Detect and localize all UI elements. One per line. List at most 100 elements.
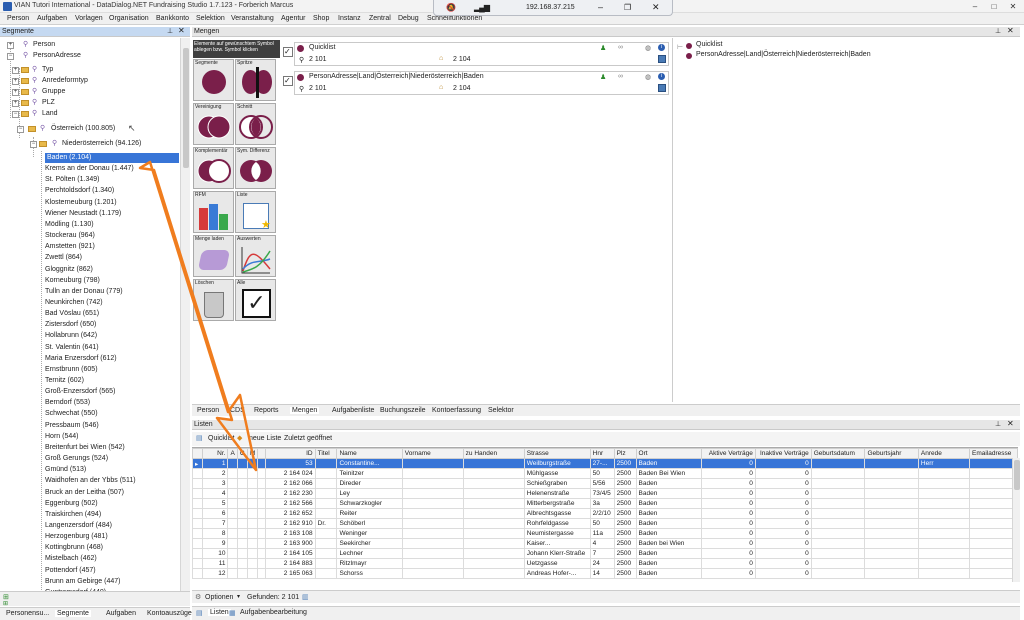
menu-vorlagen[interactable]: Vorlagen	[75, 15, 103, 22]
column-header-flag[interactable]	[257, 448, 267, 459]
tree-item-place[interactable]: Krems an der Donau (1.447)	[45, 164, 134, 174]
tool-schnitt[interactable]: Schnitt	[235, 103, 276, 145]
tree-item-place[interactable]: Horn (544)	[45, 432, 78, 442]
close-panel-icon[interactable]: ✕	[1007, 26, 1014, 36]
column-header-plz[interactable]: Plz	[613, 448, 637, 459]
module-tab-buchungszeile[interactable]: Buchungszeile	[380, 407, 426, 414]
tree-item-place[interactable]: Korneuburg (798)	[45, 276, 100, 286]
tree-item-place[interactable]: Klosterneuburg (1.201)	[45, 198, 117, 208]
users-icon[interactable]: ♟	[600, 73, 606, 81]
tree-item-place[interactable]: Mödling (1.130)	[45, 220, 94, 230]
quicklist-button[interactable]: Quicklist	[208, 435, 234, 442]
table-row[interactable]: ▸ 1 53 Constantine... Weilburgstraße 27-... 25…	[192, 458, 1018, 469]
column-header-geburtsjahr[interactable]: Geburtsjahr	[864, 448, 919, 459]
tree-item-place[interactable]: Wiener Neustadt (1.179)	[45, 209, 121, 219]
tab-aufgabenbearbeitung[interactable]: Aufgabenbearbeitung	[240, 609, 307, 616]
save-icon[interactable]	[658, 84, 666, 92]
info-icon[interactable]: i	[658, 73, 665, 80]
column-header-emailadresse[interactable]: Emailadresse	[969, 448, 1018, 459]
new-list-button[interactable]: neue Liste	[249, 435, 281, 442]
scrollbar-thumb[interactable]	[1014, 460, 1020, 490]
tree-item-plz[interactable]: PLZ	[42, 98, 55, 108]
collapse-land[interactable]: −	[12, 111, 19, 118]
column-header-inaktive-vertraege[interactable]: Inaktive Verträge	[754, 448, 812, 459]
column-header-id[interactable]: ID	[265, 448, 316, 459]
tool-menge-laden[interactable]: Menge laden	[193, 235, 234, 277]
set-checkbox-1[interactable]: ✓	[283, 47, 293, 57]
menu-instanz[interactable]: Instanz	[338, 15, 361, 22]
tree-item-place[interactable]: Groß-Enzersdorf (565)	[45, 387, 115, 397]
tree-item-place[interactable]: Schwechat (550)	[45, 409, 98, 419]
column-header-m[interactable]: M	[246, 448, 259, 459]
grid-scrollbar[interactable]	[1012, 458, 1020, 582]
tree-item-place[interactable]: Langenzersdorf (484)	[45, 521, 112, 531]
expand-plz[interactable]: +	[12, 100, 19, 107]
collapse-oesterreich[interactable]: −	[17, 126, 24, 133]
table-row[interactable]: 9 2 163 900 Seekircher Kaiser... 4 2500 Baden …	[192, 538, 1018, 549]
tool-sym-differenz[interactable]: Sym. Differenz	[235, 147, 276, 189]
scrollbar-thumb[interactable]	[183, 48, 189, 168]
tree-scrollbar[interactable]	[180, 38, 190, 593]
menu-organisation[interactable]: Organisation	[109, 15, 149, 22]
tab-aufgaben[interactable]: Aufgaben	[106, 610, 136, 617]
tab-kontoauszuege[interactable]: Kontoauszüge	[147, 610, 192, 617]
module-tab-cds[interactable]: CDS	[230, 407, 245, 414]
export-icon[interactable]: ▥	[302, 593, 309, 601]
menu-agentur[interactable]: Agentur	[281, 15, 306, 22]
close-panel-icon[interactable]: ✕	[1007, 419, 1014, 429]
table-row[interactable]: 4 2 162 230 Ley Helenenstraße 73/4/5 2500 Bade…	[192, 488, 1018, 499]
menu-debug[interactable]: Debug	[398, 15, 419, 22]
tree-item-place[interactable]: Maria Enzersdorf (612)	[45, 354, 117, 364]
table-row[interactable]: 8 2 163 108 Weninger Neumistergasse 11a 2500 B…	[192, 528, 1018, 539]
tree-item-place[interactable]: Traiskirchen (494)	[45, 510, 101, 520]
collapse-personadresse[interactable]: −	[7, 53, 14, 60]
save-icon[interactable]	[658, 55, 666, 63]
tree-item-place[interactable]: Brunn am Gebirge (447)	[45, 577, 120, 587]
column-header-geburtsdatum[interactable]: Geburtsdatum	[810, 448, 866, 459]
column-header-titel[interactable]: Titel	[314, 448, 338, 459]
bell-muted-icon[interactable]: 🔕	[446, 3, 456, 12]
users-icon[interactable]: ♟	[600, 44, 606, 52]
set-quicklist[interactable]: Quicklist ⚲ 2 101 ⌂ 2 104 ♟ ∞ ◍ i	[294, 42, 669, 66]
menu-person[interactable]: Person	[7, 15, 29, 22]
menu-selektion[interactable]: Selektion	[196, 15, 225, 22]
tree-item-gruppe[interactable]: Gruppe	[42, 87, 65, 97]
tree-item-place[interactable]: Waidhofen an der Ybbs (511)	[45, 476, 136, 486]
tree-item-place[interactable]: Groß Gerungs (524)	[45, 454, 108, 464]
collapse-niederoesterreich[interactable]: −	[30, 141, 37, 148]
maximize-button[interactable]: □	[985, 1, 1003, 12]
tree-item-place[interactable]: Hollabrunn (642)	[45, 331, 97, 341]
tree-item-typ[interactable]: Typ	[42, 65, 53, 75]
table-row[interactable]: 12 2 165 063 Schorss Andreas Hofer-... 14 250…	[192, 568, 1018, 579]
globe-icon[interactable]: ◍	[645, 44, 651, 52]
column-header-ort[interactable]: Ort	[635, 448, 703, 459]
tree-item-place[interactable]: St. Valentin (641)	[45, 343, 99, 353]
globe-icon[interactable]: ◍	[645, 73, 651, 81]
tree-item-place[interactable]: Gmünd (513)	[45, 465, 86, 475]
minimize-button[interactable]: –	[966, 1, 984, 12]
tree-item-place[interactable]: Amstetten (921)	[45, 242, 95, 252]
column-header-vorname[interactable]: Vorname	[401, 448, 464, 459]
tab-segmente[interactable]: Segmente	[55, 610, 91, 617]
tree-item-place[interactable]: Herzogenburg (481)	[45, 532, 108, 542]
set-baden[interactable]: PersonAdresse|Land|Österreich|Niederöste…	[294, 71, 669, 95]
tree-item-niederoesterreich[interactable]: Niederösterreich (94.126)	[62, 139, 141, 149]
tool-vereinigung[interactable]: Vereinigung	[193, 103, 234, 145]
tab-listen[interactable]: Listen	[208, 609, 231, 616]
column-header-anrede[interactable]: Anrede	[917, 448, 971, 459]
column-header-aktive-vertraege[interactable]: Aktive Verträge	[701, 448, 756, 459]
tree-item-place[interactable]: Breitenfurt bei Wien (542)	[45, 443, 125, 453]
expand-anredeformtyp[interactable]: +	[12, 78, 19, 85]
set-checkbox-2[interactable]: ✓	[283, 76, 293, 86]
tool-spritze[interactable]: Spritze	[235, 59, 276, 101]
rdp-restore-icon[interactable]: ❐	[624, 3, 631, 12]
options-button[interactable]: Optionen	[205, 594, 233, 601]
table-row[interactable]: 5 2 162 566 Schwarzkogler Mitterbergstraße 3…	[192, 498, 1018, 509]
tree-item-place[interactable]: Stockerau (964)	[45, 231, 95, 241]
table-row[interactable]: 2 2 164 024 Teinitzer Mühlgasse 50 2500 Baden …	[192, 468, 1018, 479]
column-header-g[interactable]: G	[236, 448, 248, 459]
link-icon[interactable]: ∞	[618, 44, 623, 51]
close-window-button[interactable]: ✕	[1004, 1, 1022, 12]
tree-item-place[interactable]: Mistelbach (462)	[45, 554, 97, 564]
recent-button[interactable]: Zuletzt geöffnet	[284, 435, 332, 442]
